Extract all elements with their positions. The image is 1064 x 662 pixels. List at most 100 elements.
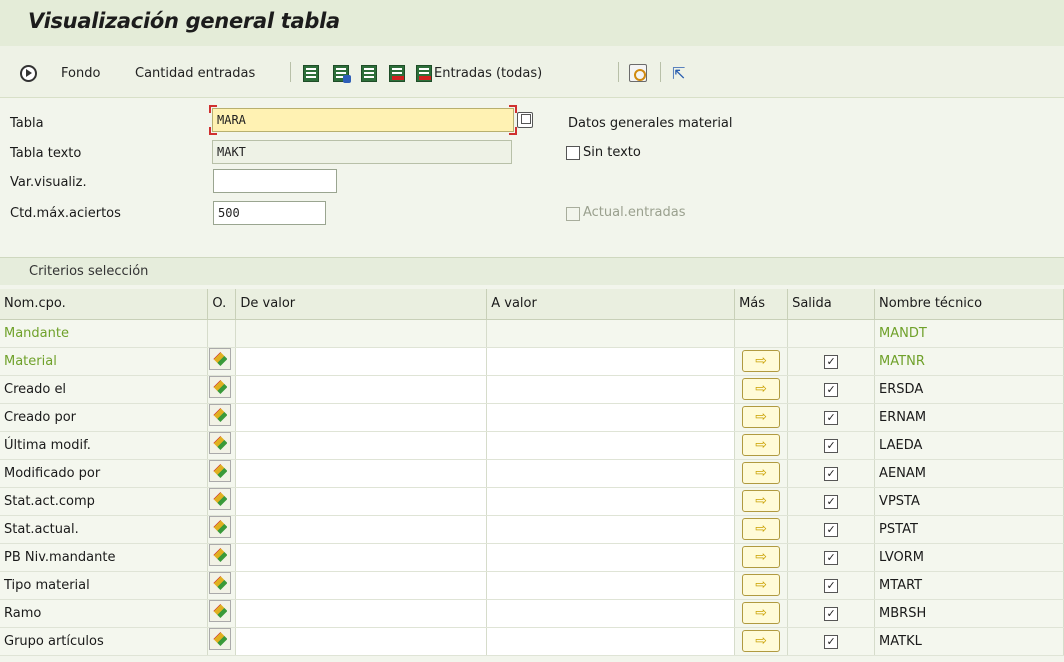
operator-cell[interactable] [207, 459, 237, 488]
list-button-2[interactable] [333, 62, 351, 84]
cantidad-entradas-button[interactable]: Cantidad entradas [135, 62, 255, 84]
multiple-selection-button[interactable]: ⇨ [742, 574, 781, 596]
de-valor-input[interactable] [235, 431, 488, 460]
multiple-selection-button[interactable]: ⇨ [742, 378, 781, 400]
entradas-todas-button[interactable]: Entradas (todas) [416, 62, 542, 84]
selection-option-icon[interactable] [209, 404, 232, 426]
list-button-4[interactable] [389, 62, 405, 84]
output-checkbox[interactable]: ✓ [824, 410, 839, 425]
mas-cell: ⇨ [734, 431, 789, 460]
a-valor-input[interactable] [486, 403, 736, 432]
mas-cell: ⇨ [734, 459, 789, 488]
output-checkbox[interactable]: ✓ [824, 578, 839, 593]
list-button-1[interactable] [303, 62, 319, 84]
var-visualiz-input[interactable] [213, 169, 337, 193]
multiple-selection-button[interactable]: ⇨ [742, 490, 781, 512]
de-valor-input[interactable] [235, 403, 488, 432]
operator-cell[interactable] [207, 403, 237, 432]
selection-option-icon[interactable] [209, 348, 232, 370]
a-valor-input[interactable] [486, 431, 736, 460]
a-valor-input[interactable] [486, 515, 736, 544]
operator-cell[interactable] [207, 571, 237, 600]
multiple-selection-button[interactable]: ⇨ [742, 546, 781, 568]
operator-cell[interactable] [207, 347, 237, 376]
salida-cell: ✓ [787, 347, 876, 376]
selection-option-icon[interactable] [209, 376, 232, 398]
technical-name: MTART [874, 571, 1064, 600]
execute-button[interactable] [20, 62, 37, 84]
selection-option-icon[interactable] [209, 544, 232, 566]
de-valor-input[interactable] [235, 599, 488, 628]
selection-option-icon[interactable] [209, 628, 232, 650]
multiple-selection-button[interactable]: ⇨ [742, 630, 781, 652]
operator-cell[interactable] [207, 431, 237, 460]
technical-name: MATNR [874, 347, 1064, 376]
selection-option-icon[interactable] [209, 460, 232, 482]
a-valor-input[interactable] [486, 543, 736, 572]
mas-cell: ⇨ [734, 347, 789, 376]
fondo-button[interactable]: Fondo [61, 62, 100, 84]
output-checkbox[interactable]: ✓ [824, 550, 839, 565]
de-valor-input [235, 319, 488, 348]
de-valor-input[interactable] [235, 459, 488, 488]
output-checkbox[interactable]: ✓ [824, 438, 839, 453]
selection-option-icon[interactable] [209, 572, 232, 594]
de-valor-input[interactable] [235, 543, 488, 572]
de-valor-input[interactable] [235, 375, 488, 404]
export-button[interactable]: ⇱ [672, 62, 685, 84]
multiple-selection-button[interactable]: ⇨ [742, 406, 781, 428]
selection-option-icon[interactable] [209, 432, 232, 454]
de-valor-input[interactable] [235, 515, 488, 544]
operator-cell[interactable] [207, 627, 237, 656]
de-valor-input[interactable] [235, 571, 488, 600]
multiple-selection-button[interactable]: ⇨ [742, 462, 781, 484]
multiple-selection-button[interactable]: ⇨ [742, 602, 781, 624]
output-checkbox[interactable]: ✓ [824, 466, 839, 481]
a-valor-input[interactable] [486, 487, 736, 516]
multiple-selection-button[interactable]: ⇨ [742, 434, 781, 456]
technical-name: AENAM [874, 459, 1064, 488]
a-valor-input[interactable] [486, 347, 736, 376]
mas-cell: ⇨ [734, 487, 789, 516]
operator-cell[interactable] [207, 487, 237, 516]
mas-cell: ⇨ [734, 571, 789, 600]
list-button-3[interactable] [361, 62, 377, 84]
multiple-selection-button[interactable]: ⇨ [742, 350, 781, 372]
a-valor-input[interactable] [486, 375, 736, 404]
a-valor-input[interactable] [486, 599, 736, 628]
a-valor-input [486, 319, 736, 348]
operator-cell[interactable] [207, 375, 237, 404]
tabla-input[interactable]: MARA [212, 108, 514, 132]
salida-cell: ✓ [787, 459, 876, 488]
operator-cell[interactable] [207, 515, 237, 544]
multiple-selection-button[interactable]: ⇨ [742, 518, 781, 540]
output-checkbox[interactable]: ✓ [824, 634, 839, 649]
de-valor-input[interactable] [235, 627, 488, 656]
output-checkbox[interactable]: ✓ [824, 494, 839, 509]
operator-cell[interactable] [207, 543, 237, 572]
output-checkbox[interactable]: ✓ [824, 522, 839, 537]
output-checkbox[interactable]: ✓ [824, 382, 839, 397]
header-mas: Más [734, 289, 789, 320]
selection-option-icon[interactable] [209, 600, 232, 622]
output-checkbox[interactable]: ✓ [824, 606, 839, 621]
output-checkbox[interactable]: ✓ [824, 354, 839, 369]
technical-name: MATKL [874, 627, 1064, 656]
settings-button[interactable] [629, 62, 647, 84]
value-help-button[interactable] [517, 112, 533, 128]
table-row: Modificado por ⇨ ✓ AENAM [0, 459, 1064, 488]
execute-icon [20, 64, 37, 82]
operator-cell[interactable] [207, 599, 237, 628]
a-valor-input[interactable] [486, 571, 736, 600]
focus-corner [509, 127, 517, 135]
ctd-max-input[interactable]: 500 [213, 201, 326, 225]
a-valor-input[interactable] [486, 627, 736, 656]
mas-cell: ⇨ [734, 515, 789, 544]
de-valor-input[interactable] [235, 487, 488, 516]
selection-option-icon[interactable] [209, 516, 232, 538]
selection-option-icon[interactable] [209, 488, 232, 510]
a-valor-input[interactable] [486, 459, 736, 488]
sin-texto-checkbox[interactable] [566, 146, 580, 160]
de-valor-input[interactable] [235, 347, 488, 376]
field-name: Material [0, 347, 209, 376]
